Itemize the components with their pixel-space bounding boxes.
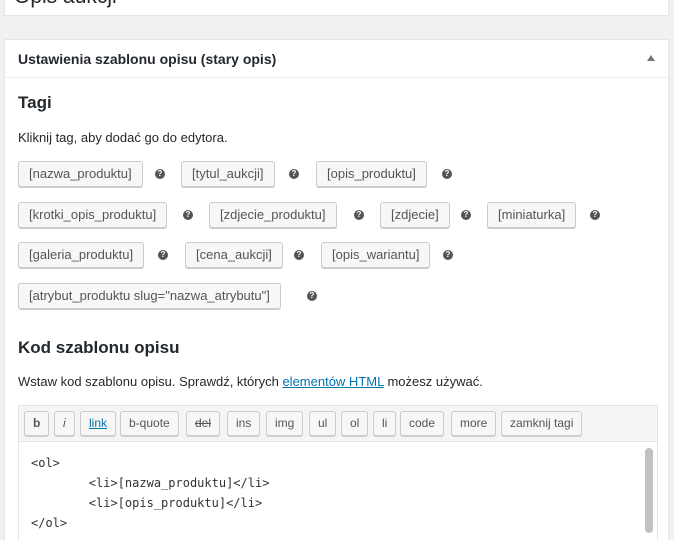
collapse-arrow-icon[interactable]: [647, 55, 655, 61]
code-heading: Kod szablonu opisu: [18, 338, 180, 357]
code-description-text: Wstaw kod szablonu opisu. Sprawdź, który…: [18, 374, 283, 389]
tag-zdjecie[interactable]: [zdjecie]: [380, 202, 450, 228]
tag-krotki-opis-produktu[interactable]: [krotki_opis_produktu]: [18, 202, 168, 228]
help-icon[interactable]: ?: [158, 250, 168, 260]
tag-tytul-aukcji[interactable]: [tytul_aukcji]: [181, 161, 275, 187]
tag-opis-produktu[interactable]: [opis_produktu]: [316, 161, 427, 187]
panel-title: Ustawienia szablonu opisu (stary opis): [18, 51, 277, 67]
qt-link-button[interactable]: link: [80, 411, 117, 436]
help-icon[interactable]: ?: [590, 210, 600, 220]
auction-description-title: Opis aukcji: [14, 0, 117, 9]
tags-heading: Tagi: [18, 93, 52, 112]
tag-opis-wariantu[interactable]: [opis_wariantu]: [321, 242, 431, 268]
template-settings-panel: Ustawienia szablonu opisu (stary opis) T…: [4, 39, 669, 540]
qt-code-button[interactable]: code: [400, 411, 445, 436]
qt-ol-button[interactable]: ol: [341, 411, 369, 436]
panel-header[interactable]: Ustawienia szablonu opisu (stary opis): [5, 40, 668, 78]
html-elements-link[interactable]: elementów HTML: [282, 374, 383, 389]
help-icon[interactable]: ?: [442, 169, 452, 179]
help-icon[interactable]: ?: [155, 169, 165, 179]
code-line-text: <li>[opis_produktu]</li>: [31, 496, 263, 510]
qt-img-button[interactable]: img: [266, 411, 304, 436]
help-icon[interactable]: ?: [443, 250, 453, 260]
qt-del-button[interactable]: del: [186, 411, 221, 436]
help-icon[interactable]: ?: [461, 210, 471, 220]
code-description-text-end: możesz używać.: [383, 374, 483, 389]
tag-atrybut-produktu[interactable]: [atrybut_produktu slug="nazwa_atrybutu"]: [18, 283, 281, 309]
editor-scrollbar[interactable]: [645, 448, 653, 533]
code-line: </ol>: [31, 513, 645, 533]
help-icon[interactable]: ?: [183, 210, 193, 220]
code-line-text: <li>[nazwa_produktu]</li>: [31, 476, 270, 490]
tags-description: Kliknij tag, aby dodać go do edytora.: [18, 130, 228, 145]
quicktags-toolbar: b i link b-quote del ins img ul ol li co…: [19, 406, 657, 442]
help-icon[interactable]: ?: [294, 250, 304, 260]
help-icon[interactable]: ?: [289, 169, 299, 179]
tag-galeria-produktu[interactable]: [galeria_produktu]: [18, 242, 145, 268]
code-line-text: <ol>: [31, 456, 60, 470]
tag-cena-aukcji[interactable]: [cena_aukcji]: [185, 242, 283, 268]
qt-ul-button[interactable]: ul: [309, 411, 337, 436]
tag-zdjecie-produktu[interactable]: [zdjecie_produktu]: [209, 202, 337, 228]
qt-italic-button[interactable]: i: [54, 411, 75, 436]
code-line: <ol>: [31, 453, 645, 473]
code-description: Wstaw kod szablonu opisu. Sprawdź, który…: [18, 374, 483, 389]
help-icon[interactable]: ?: [307, 291, 317, 301]
qt-bold-button[interactable]: b: [24, 411, 50, 436]
tag-nazwa-produktu[interactable]: [nazwa_produktu]: [18, 161, 143, 187]
code-textarea[interactable]: <ol> <li>[nazwa_produktu]</li> <li>[opis…: [19, 443, 657, 540]
code-line: <li>[opis_produktu]</li>: [31, 493, 645, 513]
qt-li-button[interactable]: li: [373, 411, 397, 436]
code-editor: b i link b-quote del ins img ul ol li co…: [18, 405, 658, 540]
qt-ins-button[interactable]: ins: [227, 411, 261, 436]
help-icon[interactable]: ?: [354, 210, 364, 220]
auction-description-box: Opis aukcji: [4, 0, 669, 16]
tag-miniaturka[interactable]: [miniaturka]: [487, 202, 577, 228]
qt-blockquote-button[interactable]: b-quote: [120, 411, 179, 436]
qt-more-button[interactable]: more: [451, 411, 497, 436]
code-line: <li>[nazwa_produktu]</li>: [31, 473, 645, 493]
qt-close-tags-button[interactable]: zamknij tagi: [501, 411, 583, 436]
code-line-text: </ol>: [31, 516, 68, 530]
